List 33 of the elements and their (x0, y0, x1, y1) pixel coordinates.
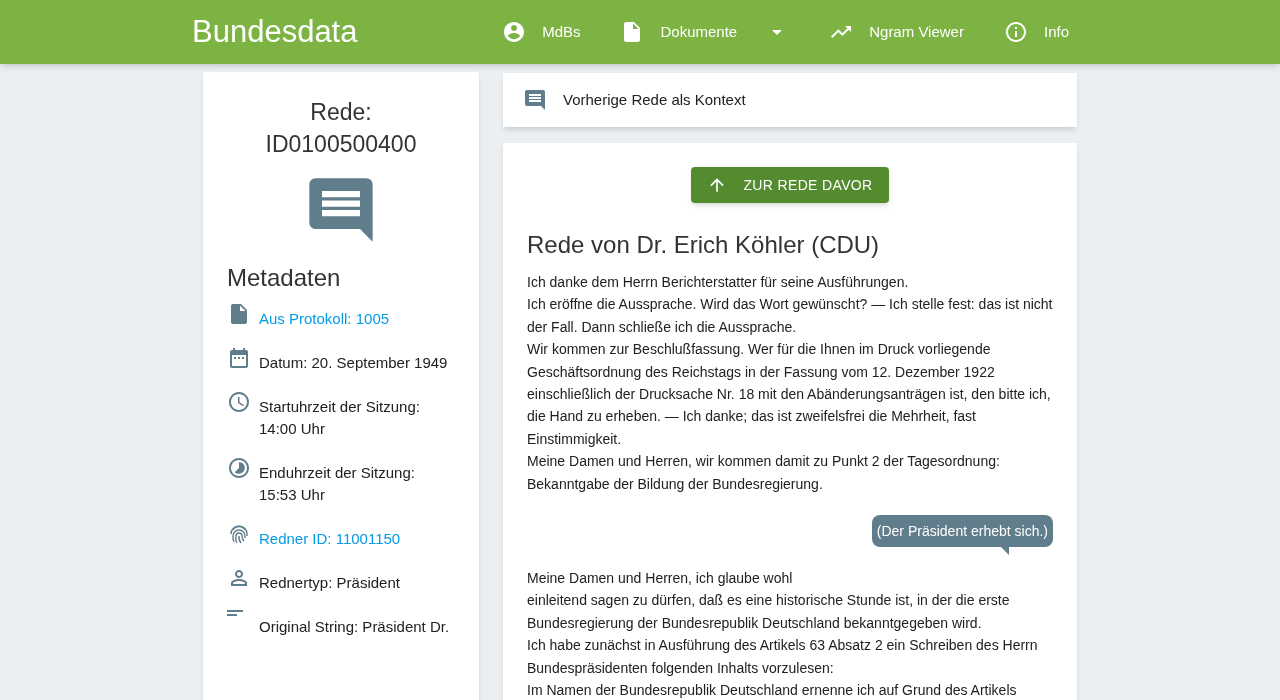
comment-icon (523, 88, 547, 112)
speech-paragraph: Im Namen der Bundesrepublik Deutschland ernenne ich auf Grund des Artikels (527, 681, 1018, 700)
speech-paragraph: einleitend sagen zu dürfen, daß es eine historische Stunde ist, in der die erste Bundesregierung der Bundesrepublik Deutschland bekanntgegeben wird. (527, 591, 1011, 633)
short-text-icon (227, 610, 243, 616)
section-heading: Metadaten (227, 263, 342, 293)
context-label: Vorherige Rede als Kontext (563, 89, 746, 110)
speech-paragraph: Meine Damen und Herren, ich glaube wohl (527, 569, 794, 589)
context-bar[interactable]: Vorherige Rede als Kontext (503, 73, 1077, 127)
speech-paragraph: Meine Damen und Herren, wir kommen damit zu Punkt 2 der Tagesordnung: Bekanntgabe der Bildung der Bundesregierung. (527, 452, 1001, 494)
nav-link[interactable]: Dokumente (604, 12, 806, 52)
speech-paragraph: Ich danke dem Herrn Berichterstatter für seine Ausführungen. (527, 273, 910, 292)
metadata-text: Rednertyp: Präsident (259, 573, 400, 593)
speech-id-heading: Rede: ID0100500400 (264, 98, 418, 159)
timelapse-icon (227, 456, 251, 480)
calendar-icon (227, 346, 251, 370)
metadata-link[interactable]: Aus Protokoll: 1005 (259, 308, 390, 330)
metadata-link[interactable]: Redner ID: 11001150 (259, 528, 401, 550)
app-title[interactable]: Bundesdata (192, 8, 358, 56)
metadata-text: Original String: Präsident Dr. (259, 617, 450, 637)
metadata-text: Enduhrzeit der Sitzung: 15:53 Uhr (259, 463, 416, 505)
previous-speech-button[interactable]: ZUR REDE DAVOR (691, 167, 889, 203)
nav-link[interactable]: MdBs (486, 12, 597, 52)
speech-title: Rede von Dr. Erich Köhler (CDU) (527, 230, 881, 260)
metadata-text: Datum: 20. September 1949 (259, 353, 448, 373)
metadata-text: Startuhrzeit der Sitzung: 14:00 Uhr (259, 397, 421, 439)
nav-link[interactable]: Info (987, 12, 1085, 52)
speech-paragraph: Ich habe zunächst in Ausführung des Artikels 63 Absatz 2 ein Schreiben des Herrn Bundespräsidenten folgenden Inhalts vorzulesen: (527, 636, 1039, 678)
fingerprint-icon (227, 522, 251, 546)
speech-paragraph: Ich eröffne die Aussprache. Wird das Wort gewünscht? — Ich stelle fest: das ist nicht der Fall. Dann schließe ich die Aussprache. (527, 295, 1053, 337)
speech-paragraph: Wir kommen zur Beschlußfassung. Wer für die Ihnen im Druck vorliegende Geschäftsordnung des Reichstags in der Fassung vom 12. Dezember 1922 einschließlich der Drucksache Nr. 18 mit den Abänderungsanträgen ist, den bitte ich, die Hand zu erheben. — Ich danke; das ist zweifelsfrei die Mehrheit, fast Einstimmigkeit. (527, 340, 1052, 449)
nav-link[interactable]: Ngram Viewer (813, 12, 980, 52)
clock-icon (227, 390, 251, 414)
info-icon (1003, 20, 1028, 44)
